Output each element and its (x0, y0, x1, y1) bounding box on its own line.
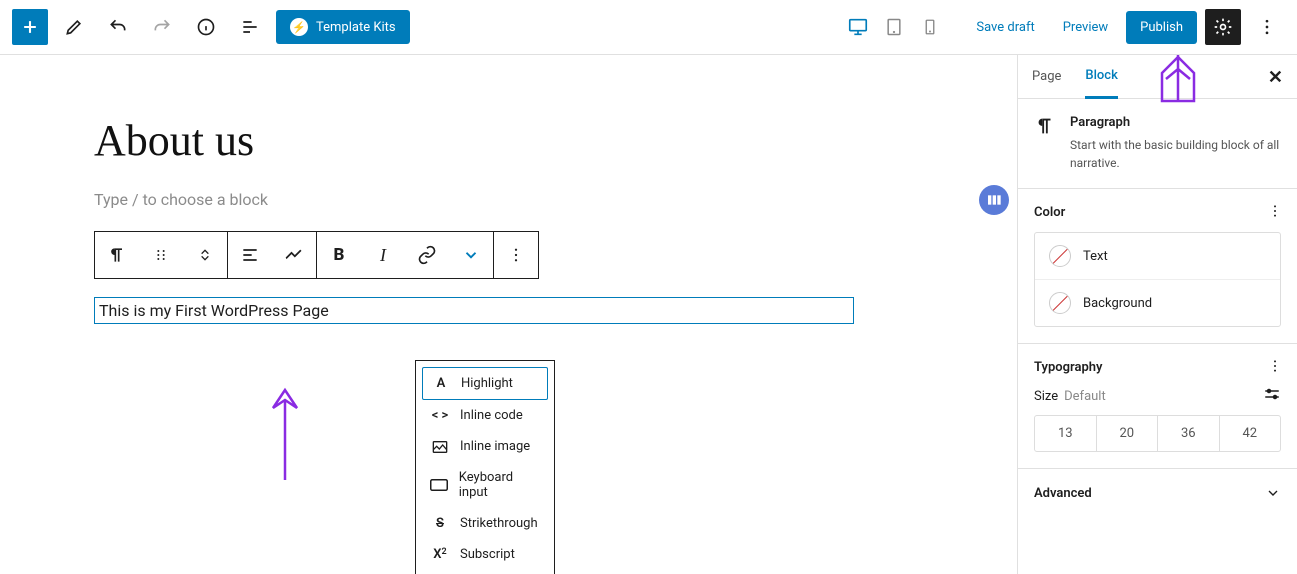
save-draft-button[interactable]: Save draft (966, 12, 1044, 43)
size-slider-button[interactable] (1263, 387, 1281, 405)
editor-canvas: About us Type / to choose a block B I (0, 55, 1017, 574)
format-dropdown: A Highlight < > Inline code Inline image… (415, 360, 555, 574)
outline-button[interactable] (232, 9, 268, 45)
dd-label: Subscript (460, 547, 515, 562)
device-preview-group (842, 11, 946, 43)
text-color-label: Text (1083, 249, 1108, 264)
settings-sidebar: Page Block ✕ Paragraph Start with the ba… (1017, 55, 1297, 574)
size-option-42[interactable]: 42 (1220, 416, 1281, 451)
paragraph-block[interactable]: This is my First WordPress Page (94, 297, 854, 324)
dd-label: Keyboard input (459, 470, 540, 500)
color-heading: Color (1034, 205, 1281, 220)
settings-button[interactable] (1205, 9, 1241, 45)
size-option-20[interactable]: 20 (1097, 416, 1159, 451)
mobile-view-button[interactable] (914, 11, 946, 43)
color-options-button[interactable] (1267, 203, 1283, 223)
block-placeholder-hint[interactable]: Type / to choose a block (94, 190, 854, 209)
text-color-swatch (1049, 245, 1071, 267)
move-button[interactable] (183, 232, 227, 278)
dropdown-item-keyboard[interactable]: Keyboard input (422, 462, 548, 508)
preview-button[interactable]: Preview (1053, 12, 1118, 43)
template-kits-button[interactable]: ⚡ Template Kits (276, 10, 410, 44)
float-badge[interactable] (979, 185, 1009, 215)
bg-color-label: Background (1083, 296, 1152, 311)
advanced-heading: Advanced (1034, 486, 1092, 501)
size-option-36[interactable]: 36 (1158, 416, 1220, 451)
block-info-desc: Start with the basic building block of a… (1070, 136, 1281, 172)
block-more-button[interactable] (494, 232, 538, 278)
align-button[interactable] (228, 232, 272, 278)
dd-label: Highlight (461, 376, 513, 391)
subscript-icon: X2 (430, 547, 450, 562)
close-sidebar-button[interactable]: ✕ (1268, 67, 1283, 88)
dd-label: Inline code (460, 408, 523, 423)
size-option-13[interactable]: 13 (1035, 416, 1097, 451)
dropdown-item-strikethrough[interactable]: S Strikethrough (422, 508, 548, 539)
italic-button[interactable]: I (361, 232, 405, 278)
text-color-row[interactable]: Text (1035, 233, 1280, 280)
tab-page[interactable]: Page (1032, 56, 1061, 97)
desktop-view-button[interactable] (842, 11, 874, 43)
tab-block[interactable]: Block (1085, 55, 1117, 99)
size-default: Default (1064, 389, 1106, 404)
dropdown-item-inline-code[interactable]: < > Inline code (422, 400, 548, 431)
bolt-icon: ⚡ (290, 18, 308, 36)
strike-icon: S (430, 516, 450, 531)
annotation-arrow-1 (265, 380, 305, 480)
info-button[interactable] (188, 9, 224, 45)
bg-color-swatch (1049, 292, 1071, 314)
more-options-button[interactable] (1249, 9, 1285, 45)
code-icon: < > (430, 408, 450, 423)
color-panel: Color Text Background (1018, 189, 1297, 344)
editor-topbar: ⚡ Template Kits Save draft Preview Publi… (0, 0, 1297, 55)
styles-button[interactable] (272, 232, 316, 278)
size-options: 13 20 36 42 (1034, 415, 1281, 452)
typography-panel: Typography Size Default 13 20 36 42 (1018, 344, 1297, 469)
drag-handle-button[interactable] (139, 232, 183, 278)
dd-label: Strikethrough (460, 516, 538, 531)
page-title[interactable]: About us (94, 115, 854, 166)
block-info-title: Paragraph (1070, 115, 1281, 130)
image-icon (430, 440, 450, 454)
link-button[interactable] (405, 232, 449, 278)
block-type-button[interactable] (95, 232, 139, 278)
template-kits-label: Template Kits (316, 20, 396, 35)
paragraph-icon (1034, 115, 1056, 172)
dropdown-item-superscript[interactable]: X2 Superscript (422, 570, 548, 574)
add-block-button[interactable] (12, 9, 48, 45)
annotation-arrow-2 (1148, 51, 1208, 105)
block-toolbar: B I (94, 231, 539, 279)
bold-button[interactable]: B (317, 232, 361, 278)
size-label: Size (1034, 389, 1058, 404)
dd-label: Inline image (460, 439, 530, 454)
highlight-icon: A (431, 376, 451, 391)
redo-button[interactable] (144, 9, 180, 45)
dropdown-item-inline-image[interactable]: Inline image (422, 431, 548, 462)
edit-tool-button[interactable] (56, 9, 92, 45)
chevron-down-icon (1265, 485, 1281, 501)
publish-button[interactable]: Publish (1126, 11, 1197, 44)
dropdown-item-highlight[interactable]: A Highlight (422, 367, 548, 400)
undo-button[interactable] (100, 9, 136, 45)
typography-heading: Typography (1034, 360, 1281, 375)
background-color-row[interactable]: Background (1035, 280, 1280, 326)
more-formats-button[interactable] (449, 232, 493, 278)
typography-options-button[interactable] (1267, 358, 1283, 378)
advanced-panel[interactable]: Advanced (1018, 469, 1297, 517)
dropdown-item-subscript[interactable]: X2 Subscript (422, 539, 548, 570)
tablet-view-button[interactable] (878, 11, 910, 43)
block-info-panel: Paragraph Start with the basic building … (1018, 99, 1297, 189)
keyboard-icon (430, 479, 449, 491)
